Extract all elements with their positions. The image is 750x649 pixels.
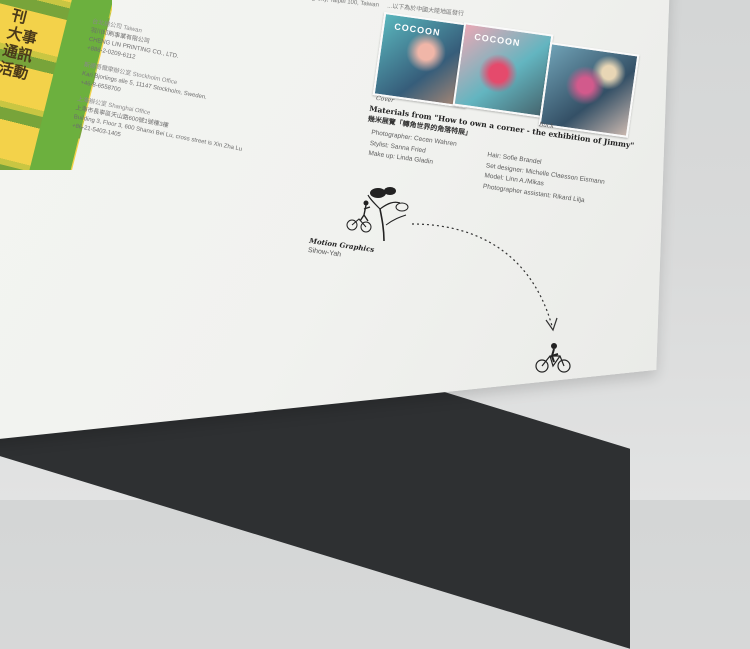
magazine-title: COCOON bbox=[473, 31, 522, 49]
page-content: 刊 大事 通訊 活動 台北總公司 Taiwan 羽川印刷事業有限公司 CHENG… bbox=[0, 0, 750, 500]
dotted-arrow-icon bbox=[411, 223, 558, 332]
cover-photo-second: COCOON bbox=[452, 22, 554, 118]
top-address-en: ...ang City, Taipei 100, Taiwan bbox=[299, 0, 380, 9]
credits-right: Hair: Sofie Brandel Set designer: Michel… bbox=[482, 150, 607, 208]
tree-illustration-icon bbox=[346, 187, 409, 242]
magazine-title: COCOON bbox=[393, 21, 442, 38]
magazine-photo: 刊 大事 通訊 活動 台北總公司 Taiwan 羽川印刷事業有限公司 CHENG… bbox=[0, 0, 750, 649]
bicycle-rider-icon bbox=[535, 343, 571, 373]
